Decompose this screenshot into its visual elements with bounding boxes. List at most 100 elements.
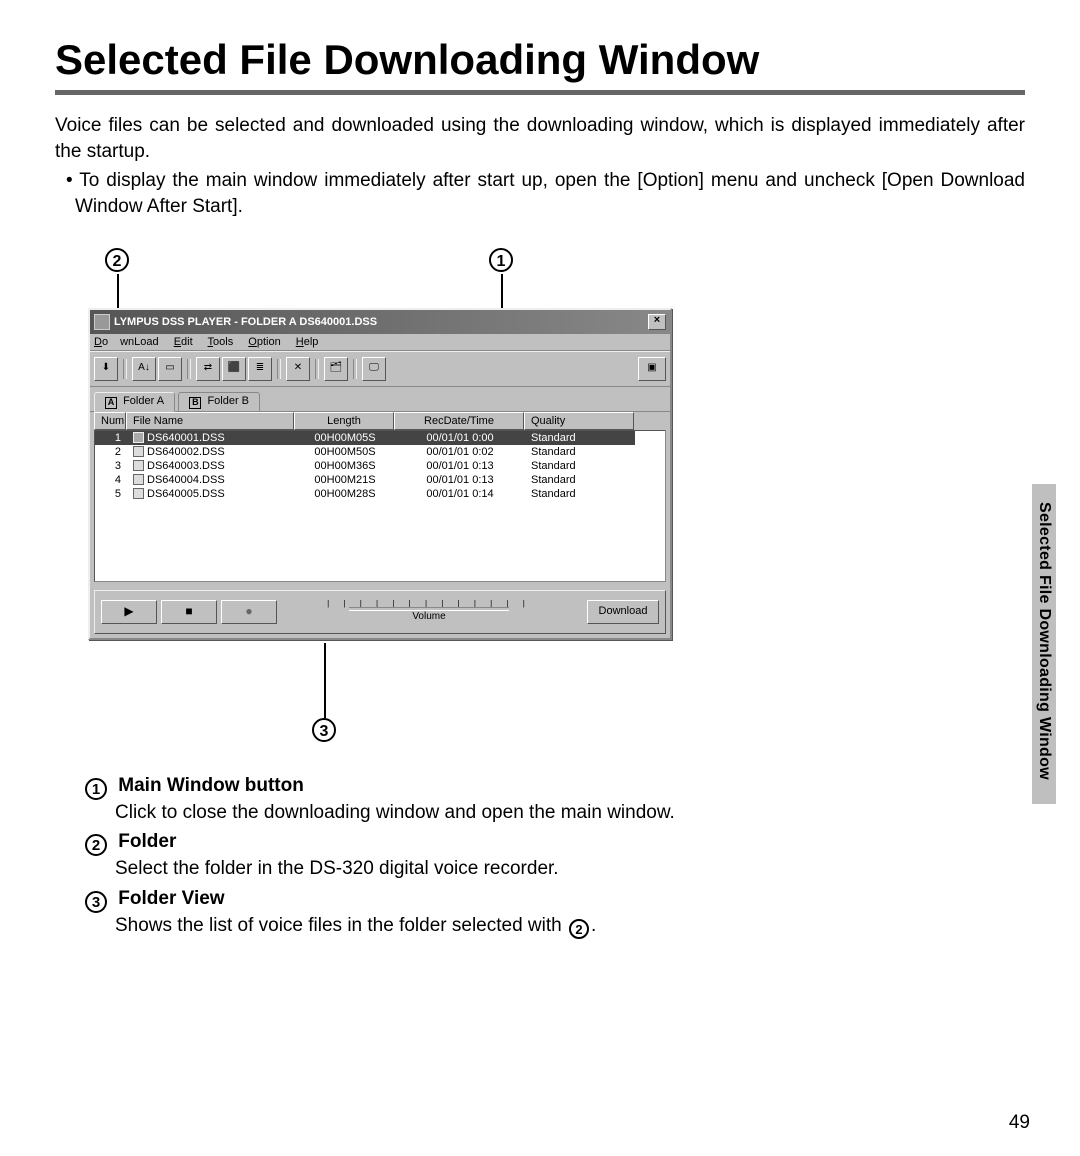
menu-tools[interactable]: Tools	[208, 336, 234, 348]
folder-b-label: Folder B	[207, 395, 249, 407]
toolbar-button-2[interactable]: A↓	[132, 357, 156, 381]
close-button[interactable]: ×	[648, 314, 666, 330]
cell-name: DS640005.DSS	[127, 487, 295, 501]
titlebar: LYMPUS DSS PLAYER - FOLDER A DS640001.DS…	[90, 310, 670, 334]
col-num[interactable]: Num	[94, 412, 126, 430]
toolbar-button-6[interactable]: ≣	[248, 357, 272, 381]
col-file-name[interactable]: File Name	[126, 412, 294, 430]
toolbar-button-9[interactable]: 🖵	[362, 357, 386, 381]
intro-paragraph-1: Voice files can be selected and download…	[55, 113, 1025, 164]
download-window: LYMPUS DSS PLAYER - FOLDER A DS640001.DS…	[88, 308, 672, 640]
system-icon	[94, 314, 110, 330]
callout-1: 1	[489, 248, 513, 272]
cell-date: 00/01/01 0:02	[395, 445, 525, 459]
menu-option[interactable]: Option	[248, 336, 280, 348]
cell-length: 00H00M50S	[295, 445, 395, 459]
file-icon	[133, 460, 144, 471]
folder-a-icon: A	[105, 397, 117, 409]
col-recdate[interactable]: RecDate/Time	[394, 412, 524, 430]
menu-edit[interactable]: Edit	[174, 336, 193, 348]
folder-b-icon: B	[189, 397, 201, 409]
record-button[interactable]: ●	[221, 600, 277, 624]
window-title: LYMPUS DSS PLAYER - FOLDER A DS640001.DS…	[114, 316, 648, 328]
page-number: 49	[1009, 1112, 1030, 1134]
annotations: 1 Main Window button Click to close the …	[55, 773, 1025, 940]
annot-1-num: 1	[85, 778, 107, 800]
cell-num: 4	[95, 473, 127, 487]
cell-num: 5	[95, 487, 127, 501]
menu-download[interactable]: DownLoad	[94, 336, 159, 348]
file-list: 1DS640001.DSS00H00M05S00/01/01 0:00Stand…	[94, 430, 666, 582]
toolbar-button-7[interactable]: ✕	[286, 357, 310, 381]
toolbar-button-5[interactable]: ⬛	[222, 357, 246, 381]
annot-3-head: Folder View	[118, 888, 224, 909]
col-quality[interactable]: Quality	[524, 412, 634, 430]
callout-3-number: 3	[312, 718, 336, 742]
tab-folder-b[interactable]: B Folder B	[178, 392, 260, 411]
file-icon	[133, 432, 144, 443]
intro-bullet: • To display the main window immediately…	[55, 168, 1025, 219]
main-window-button[interactable]: ▣	[638, 357, 666, 381]
callout-2: 2	[105, 248, 129, 272]
file-icon	[133, 474, 144, 485]
table-row[interactable]: 1DS640001.DSS00H00M05S00/01/01 0:00Stand…	[95, 431, 665, 445]
cell-length: 00H00M05S	[295, 431, 395, 445]
file-icon	[133, 446, 144, 457]
cell-date: 00/01/01 0:14	[395, 487, 525, 501]
toolbar-sep	[353, 359, 357, 379]
cell-num: 1	[95, 431, 127, 445]
toolbar-sep	[187, 359, 191, 379]
toolbar-button-1[interactable]: ⬇	[94, 357, 118, 381]
cell-date: 00/01/01 0:13	[395, 473, 525, 487]
cell-name: DS640004.DSS	[127, 473, 295, 487]
callout-3: 3	[312, 718, 336, 742]
toolbar-button-4[interactable]: ⇄	[196, 357, 220, 381]
title-rule	[55, 90, 1025, 95]
cell-quality: Standard	[525, 487, 635, 501]
table-row[interactable]: 4DS640004.DSS00H00M21S00/01/01 0:13Stand…	[95, 473, 665, 487]
callout-2-number: 2	[105, 248, 129, 272]
annot-3-body: Shows the list of voice files in the fol…	[115, 913, 1025, 940]
cell-num: 2	[95, 445, 127, 459]
file-icon	[133, 488, 144, 499]
table-row[interactable]: 3DS640003.DSS00H00M36S00/01/01 0:13Stand…	[95, 459, 665, 473]
annot-3-num: 3	[85, 891, 107, 913]
volume-slider[interactable]: | | | | | | | | | | | | | Volume	[281, 601, 577, 622]
callout-3-line	[324, 643, 326, 718]
stop-button[interactable]: ■	[161, 600, 217, 624]
cell-quality: Standard	[525, 445, 635, 459]
toolbar-button-3[interactable]: ▭	[158, 357, 182, 381]
tab-folder-a[interactable]: A Folder A	[94, 392, 175, 412]
cell-name: DS640003.DSS	[127, 459, 295, 473]
download-button[interactable]: Download	[587, 600, 659, 624]
cell-num: 3	[95, 459, 127, 473]
annot-2-head: Folder	[118, 831, 176, 852]
cell-length: 00H00M36S	[295, 459, 395, 473]
annot-1-body: Click to close the downloading window an…	[115, 800, 1025, 827]
intro-bullet-text: To display the main window immediately a…	[75, 170, 1025, 217]
page-title: Selected File Downloading Window	[55, 36, 1025, 90]
annot-2-num: 2	[85, 834, 107, 856]
toolbar-button-8[interactable]: 🗂	[324, 357, 348, 381]
cell-length: 00H00M28S	[295, 487, 395, 501]
cell-name: DS640001.DSS	[127, 431, 295, 445]
col-length[interactable]: Length	[294, 412, 394, 430]
cell-quality: Standard	[525, 431, 635, 445]
cell-quality: Standard	[525, 459, 635, 473]
annot-3-ref: 2	[569, 919, 589, 939]
menu-help[interactable]: Help	[296, 336, 319, 348]
cell-date: 00/01/01 0:00	[395, 431, 525, 445]
table-row[interactable]: 2DS640002.DSS00H00M50S00/01/01 0:02Stand…	[95, 445, 665, 459]
playback-panel: ▶ ■ ● | | | | | | | | | | | | | Volume D…	[94, 590, 666, 634]
intro-text: Voice files can be selected and download…	[55, 113, 1025, 220]
play-button[interactable]: ▶	[101, 600, 157, 624]
callout-1-number: 1	[489, 248, 513, 272]
toolbar-sep	[315, 359, 319, 379]
table-row[interactable]: 5DS640005.DSS00H00M28S00/01/01 0:14Stand…	[95, 487, 665, 501]
folder-tabs: A Folder A B Folder B	[90, 387, 670, 412]
list-header: Num File Name Length RecDate/Time Qualit…	[94, 412, 666, 430]
folder-a-label: Folder A	[123, 395, 164, 407]
toolbar-sep	[277, 359, 281, 379]
toolbar-sep	[123, 359, 127, 379]
menu-bar: DownLoad Edit Tools Option Help	[90, 334, 670, 351]
